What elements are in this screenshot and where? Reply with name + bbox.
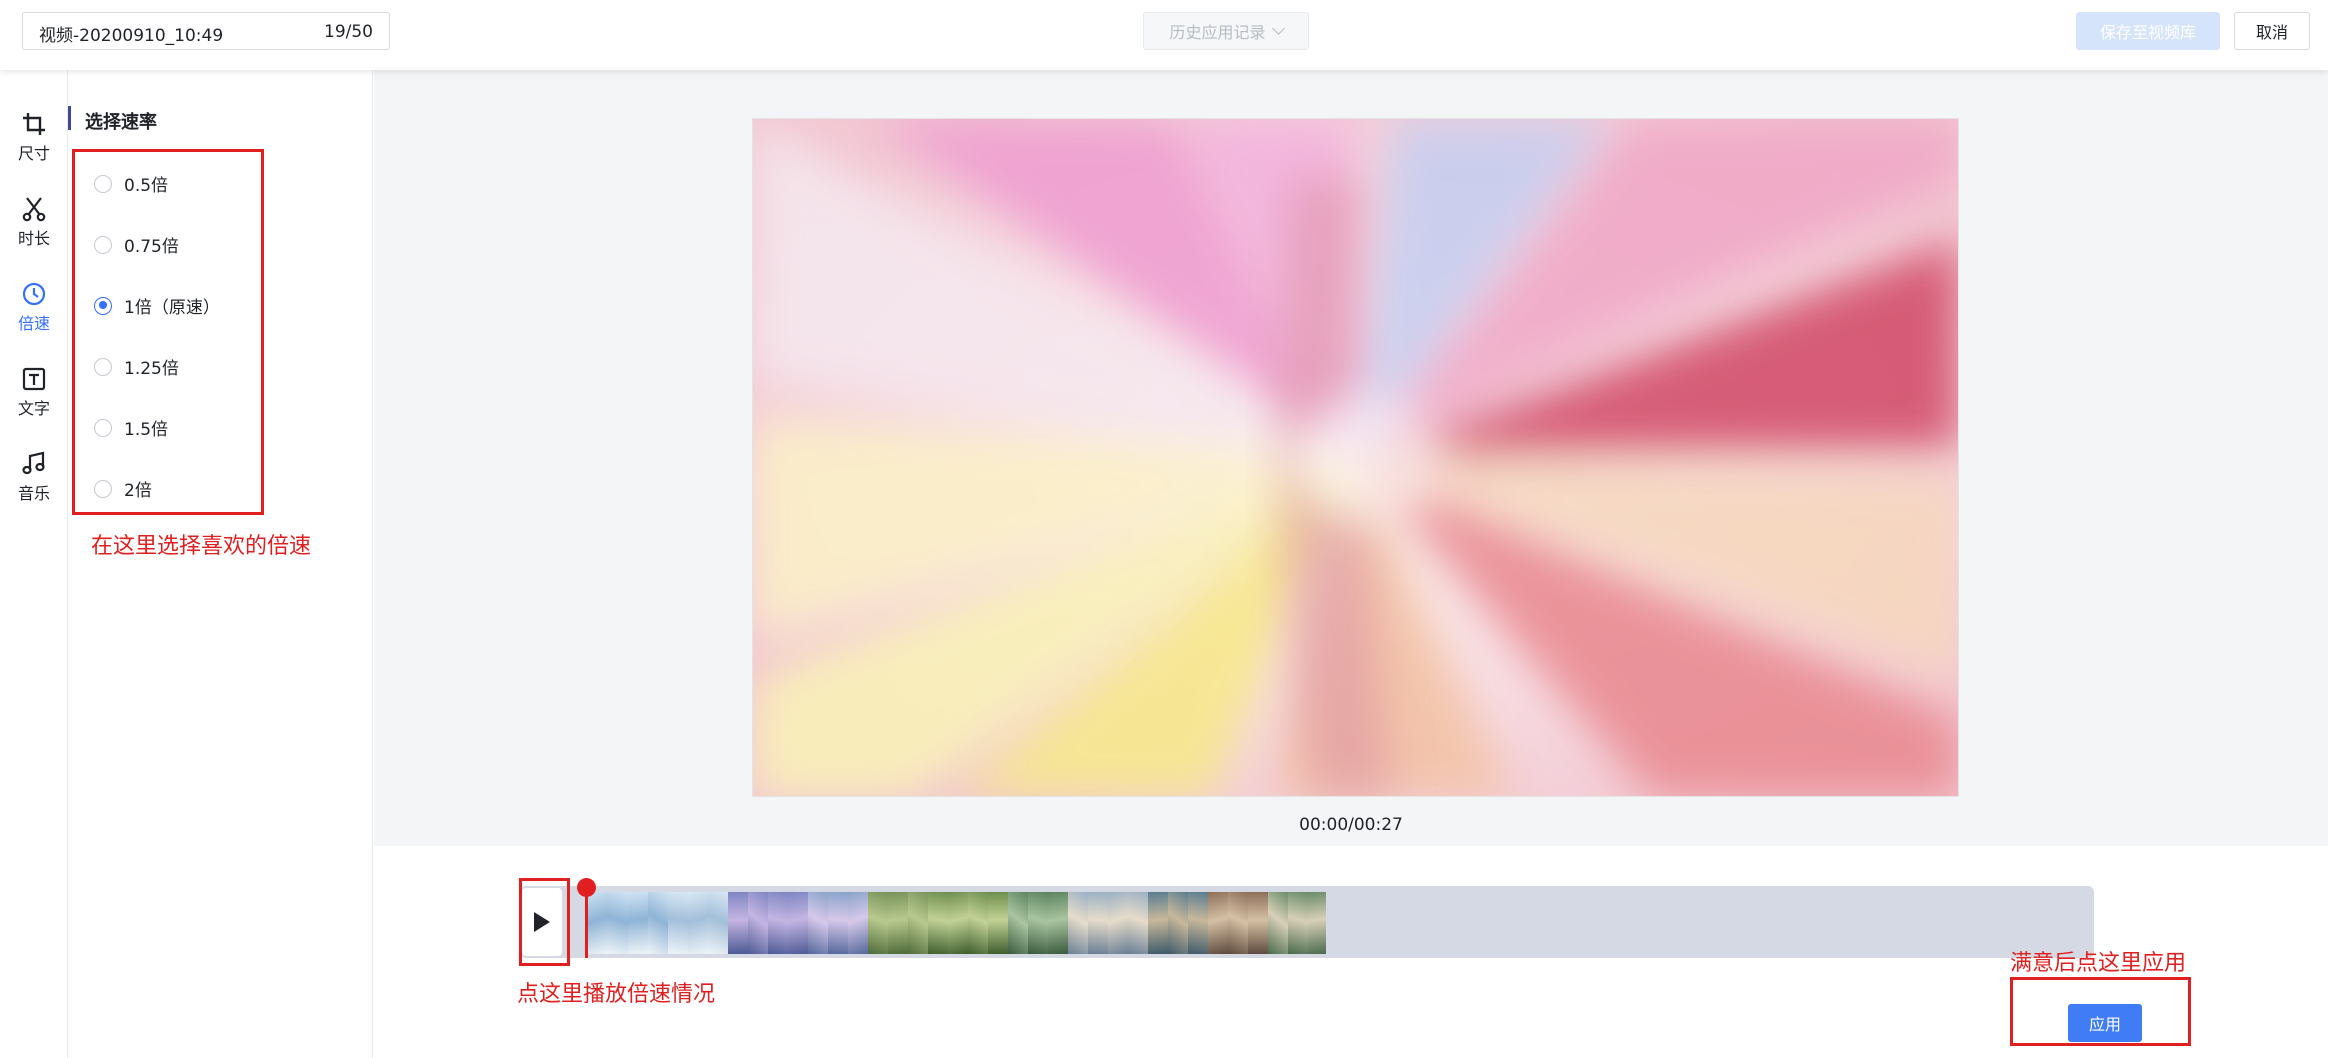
thumbnail-frame: [1188, 892, 1208, 954]
thumbnail-frame: [988, 892, 1008, 954]
thumbnail-frame: [668, 892, 688, 954]
nav-item-speed[interactable]: 倍速: [0, 276, 68, 346]
thumbnail-frame: [1128, 892, 1148, 954]
thumbnail-frame: [768, 892, 788, 954]
thumbnail-frame: [1068, 892, 1088, 954]
thumbnail-frame: [1048, 892, 1068, 954]
thumbnail-frame: [968, 892, 988, 954]
video-title-value: 视频-20200910_10:49: [39, 26, 224, 46]
music-icon: [22, 451, 45, 475]
thumbnail-frame: [1308, 892, 1326, 954]
thumbnail-frame: [1108, 892, 1128, 954]
history-records-label: 历史应用记录: [1169, 23, 1266, 42]
nav-label-music: 音乐: [17, 484, 50, 503]
top-bar: 视频-20200910_10:49 19/50 历史应用记录 保存至视频库 取消: [0, 0, 2328, 70]
video-preview[interactable]: [752, 118, 1959, 797]
thumbnail-frame: [1028, 892, 1048, 954]
thumbnail-frame: [628, 892, 648, 954]
thumbnail-frame: [788, 892, 808, 954]
video-frame-image: [753, 119, 1958, 796]
speed-hint-annotation: 在这里选择喜欢的倍速: [91, 534, 312, 559]
crop-icon: [23, 113, 45, 135]
thumbnail-frame: [748, 892, 768, 954]
thumbnail-frame: [868, 892, 888, 954]
thumbnail-frame: [928, 892, 948, 954]
nav-item-duration[interactable]: 时长: [0, 191, 68, 261]
thumbnail-frame: [1268, 892, 1288, 954]
thumbnail-frame: [728, 892, 748, 954]
nav-label-speed: 倍速: [17, 314, 50, 333]
thumbnail-frame: [908, 892, 928, 954]
thumbnail-frame: [1008, 892, 1028, 954]
clock-icon: [22, 282, 46, 306]
playhead-handle[interactable]: [577, 878, 596, 897]
nav-item-size[interactable]: 尺寸: [0, 106, 68, 176]
thumbnail-frame: [588, 892, 608, 954]
history-records-button[interactable]: 历史应用记录: [1143, 12, 1309, 50]
thumbnail-frame: [948, 892, 968, 954]
preview-area: 00:00/00:27: [374, 70, 2328, 846]
play-button-highlight: [519, 878, 570, 966]
chevron-down-icon: [1271, 22, 1285, 35]
thumbnail-frame: [1088, 892, 1108, 954]
thumbnail-frame: [848, 892, 868, 954]
video-title-input[interactable]: 视频-20200910_10:49 19/50: [22, 12, 390, 50]
playhead-line[interactable]: [585, 888, 588, 958]
thumbnail-frame: [1208, 892, 1228, 954]
thumbnail-frame: [1288, 892, 1308, 954]
apply-hint-annotation: 满意后点这里应用: [2010, 951, 2187, 976]
nav-label-duration: 时长: [17, 229, 50, 248]
thumbnail-frame: [1148, 892, 1168, 954]
nav-label-text: 文字: [17, 399, 50, 418]
thumbnail-strip[interactable]: [588, 892, 1326, 954]
text-icon: [22, 367, 46, 391]
panel-title: 选择速率: [85, 112, 157, 133]
thumbnail-frame: [608, 892, 628, 954]
thumbnail-frame: [648, 892, 668, 954]
title-char-count: 19/50: [324, 22, 373, 42]
thumbnail-frame: [708, 892, 728, 954]
speed-options-highlight: [72, 149, 264, 515]
cancel-button[interactable]: 取消: [2234, 12, 2310, 50]
scissors-icon: [22, 197, 46, 222]
nav-item-text[interactable]: 文字: [0, 361, 68, 431]
section-title-bar: [68, 106, 71, 130]
play-hint-annotation: 点这里播放倍速情况: [517, 982, 716, 1007]
thumbnail-frame: [808, 892, 828, 954]
playback-time: 00:00/00:27: [1299, 815, 1403, 835]
thumbnail-frame: [828, 892, 848, 954]
thumbnail-frame: [1228, 892, 1248, 954]
thumbnail-frame: [1168, 892, 1188, 954]
apply-button-highlight: [2010, 977, 2191, 1046]
nav-label-size: 尺寸: [17, 144, 50, 163]
thumbnail-frame: [688, 892, 708, 954]
nav-item-music[interactable]: 音乐: [0, 446, 68, 516]
thumbnail-frame: [888, 892, 908, 954]
save-to-library-button[interactable]: 保存至视频库: [2076, 12, 2220, 50]
tool-sidebar: 尺寸 时长 倍速 文字 音乐: [0, 70, 68, 1058]
thumbnail-frame: [1248, 892, 1268, 954]
